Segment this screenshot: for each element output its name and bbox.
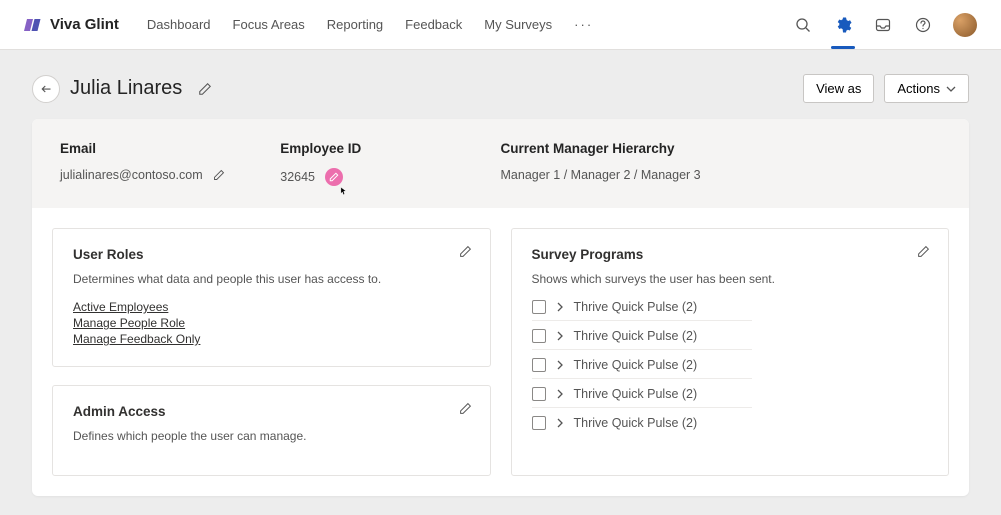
email-value: julialinares@contoso.com [60, 168, 203, 182]
main-card: Email julialinares@contoso.com Employee … [32, 119, 969, 496]
survey-row: Thrive Quick Pulse (2) [532, 416, 752, 436]
search-icon[interactable] [793, 15, 813, 35]
edit-surveys-icon[interactable] [917, 245, 930, 258]
survey-checkbox[interactable] [532, 416, 546, 430]
survey-programs-panel: Survey Programs Shows which surveys the … [511, 228, 950, 476]
survey-row: Thrive Quick Pulse (2) [532, 358, 752, 379]
survey-row: Thrive Quick Pulse (2) [532, 329, 752, 350]
inbox-icon[interactable] [873, 15, 893, 35]
role-link-manage-feedback[interactable]: Manage Feedback Only [73, 332, 200, 346]
brand-logo-icon [24, 16, 42, 34]
edit-roles-icon[interactable] [459, 245, 472, 258]
nav-item-my-surveys[interactable]: My Surveys [484, 17, 552, 32]
surveys-title: Survey Programs [532, 247, 929, 262]
nav-more[interactable]: ··· [574, 17, 593, 32]
empid-value: 32645 [280, 170, 315, 184]
info-employee-id: Employee ID 32645 [280, 141, 500, 186]
survey-checkbox[interactable] [532, 329, 546, 343]
help-icon[interactable] [913, 15, 933, 35]
user-roles-panel: User Roles Determines what data and peop… [52, 228, 491, 367]
hierarchy-label: Current Manager Hierarchy [501, 141, 942, 156]
nav-item-reporting[interactable]: Reporting [327, 17, 383, 32]
chevron-right-icon[interactable] [556, 302, 564, 312]
nav: Dashboard Focus Areas Reporting Feedback… [147, 17, 593, 32]
survey-label: Thrive Quick Pulse (2) [574, 300, 698, 314]
role-link-manage-people[interactable]: Manage People Role [73, 316, 185, 330]
survey-row: Thrive Quick Pulse (2) [532, 300, 752, 321]
nav-item-feedback[interactable]: Feedback [405, 17, 462, 32]
admin-title: Admin Access [73, 404, 470, 419]
info-strip: Email julialinares@contoso.com Employee … [32, 119, 969, 208]
chevron-right-icon[interactable] [556, 331, 564, 341]
brand-name: Viva Glint [50, 16, 119, 33]
info-hierarchy: Current Manager Hierarchy Manager 1 / Ma… [501, 141, 942, 186]
actions-label: Actions [897, 81, 940, 96]
panels: User Roles Determines what data and peop… [32, 208, 969, 496]
settings-icon[interactable] [833, 15, 853, 35]
topbar-right [793, 13, 977, 37]
chevron-down-icon [946, 84, 956, 94]
roles-desc: Determines what data and people this use… [73, 272, 470, 286]
edit-admin-icon[interactable] [459, 402, 472, 415]
surveys-desc: Shows which surveys the user has been se… [532, 272, 929, 286]
roles-title: User Roles [73, 247, 470, 262]
header-actions: View as Actions [803, 74, 969, 103]
edit-title-icon[interactable] [198, 82, 212, 96]
survey-label: Thrive Quick Pulse (2) [574, 416, 698, 430]
cursor-icon [339, 186, 349, 196]
survey-label: Thrive Quick Pulse (2) [574, 387, 698, 401]
edit-empid-icon[interactable] [325, 168, 343, 186]
survey-list: Thrive Quick Pulse (2) Thrive Quick Puls… [532, 300, 929, 436]
view-as-label: View as [816, 81, 861, 96]
back-button[interactable] [32, 75, 60, 103]
email-label: Email [60, 141, 280, 156]
admin-access-panel: Admin Access Defines which people the us… [52, 385, 491, 476]
survey-label: Thrive Quick Pulse (2) [574, 358, 698, 372]
role-link-active-employees[interactable]: Active Employees [73, 300, 168, 314]
empid-label: Employee ID [280, 141, 500, 156]
topbar: Viva Glint Dashboard Focus Areas Reporti… [0, 0, 1001, 50]
survey-checkbox[interactable] [532, 300, 546, 314]
nav-item-dashboard[interactable]: Dashboard [147, 17, 211, 32]
admin-desc: Defines which people the user can manage… [73, 429, 470, 443]
survey-checkbox[interactable] [532, 358, 546, 372]
actions-button[interactable]: Actions [884, 74, 969, 103]
info-email: Email julialinares@contoso.com [60, 141, 280, 186]
chevron-right-icon[interactable] [556, 389, 564, 399]
survey-label: Thrive Quick Pulse (2) [574, 329, 698, 343]
view-as-button[interactable]: View as [803, 74, 874, 103]
page-header: Julia Linares View as Actions [32, 74, 969, 103]
page: Julia Linares View as Actions Email juli… [0, 50, 1001, 496]
chevron-right-icon[interactable] [556, 418, 564, 428]
survey-row: Thrive Quick Pulse (2) [532, 387, 752, 408]
nav-item-focus-areas[interactable]: Focus Areas [233, 17, 305, 32]
chevron-right-icon[interactable] [556, 360, 564, 370]
brand[interactable]: Viva Glint [24, 16, 119, 34]
avatar[interactable] [953, 13, 977, 37]
page-title: Julia Linares [70, 77, 182, 100]
survey-checkbox[interactable] [532, 387, 546, 401]
hierarchy-value: Manager 1 / Manager 2 / Manager 3 [501, 168, 701, 182]
edit-email-icon[interactable] [213, 169, 225, 181]
